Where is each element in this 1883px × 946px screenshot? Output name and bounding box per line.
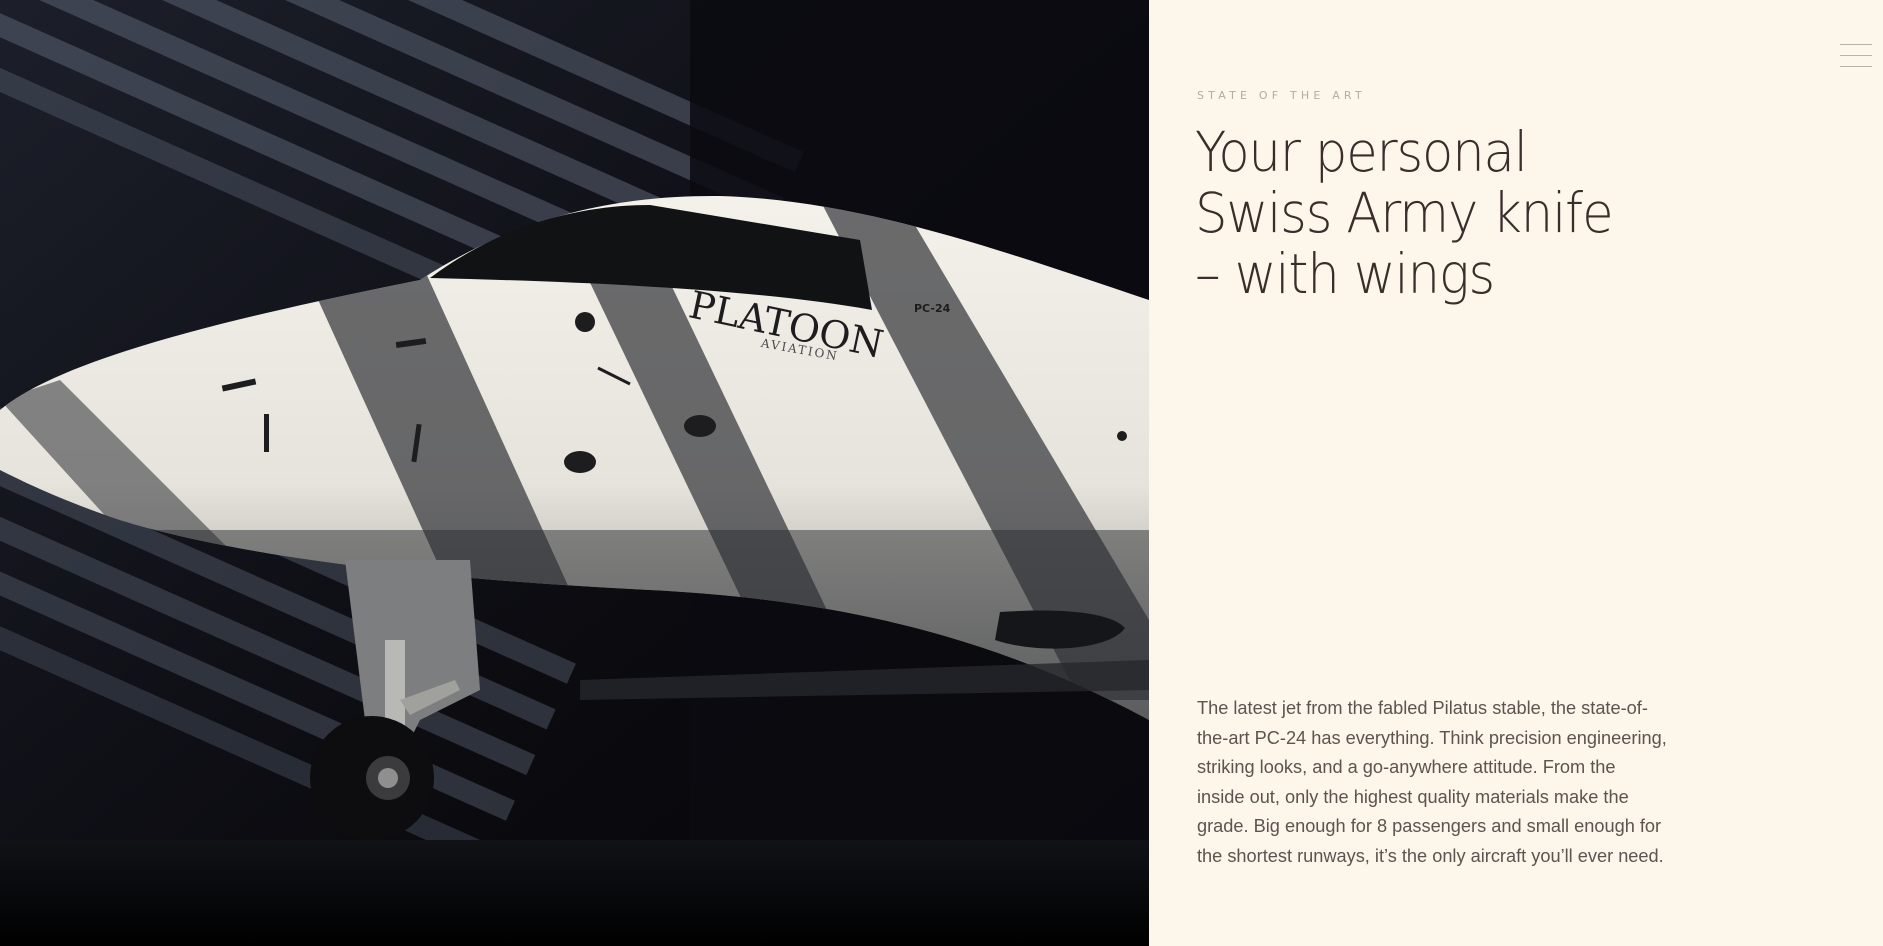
- hero-aircraft-image: PLATOON AVIATION PC-24: [0, 0, 1149, 946]
- menu-line: [1840, 66, 1872, 67]
- menu-line: [1840, 44, 1872, 45]
- headline-line: Swiss Army knife: [1195, 181, 1614, 245]
- hamburger-menu-icon[interactable]: [1840, 44, 1872, 70]
- svg-text:PC-24: PC-24: [914, 302, 951, 315]
- menu-line: [1840, 55, 1872, 56]
- section-headline: Your personal Swiss Army knife – with wi…: [1195, 122, 1715, 305]
- headline-line: Your personal: [1195, 120, 1528, 184]
- headline-line: – with wings: [1195, 242, 1495, 306]
- section-eyebrow: STATE OF THE ART: [1197, 89, 1366, 102]
- section-body-text: The latest jet from the fabled Pilatus s…: [1197, 698, 1667, 866]
